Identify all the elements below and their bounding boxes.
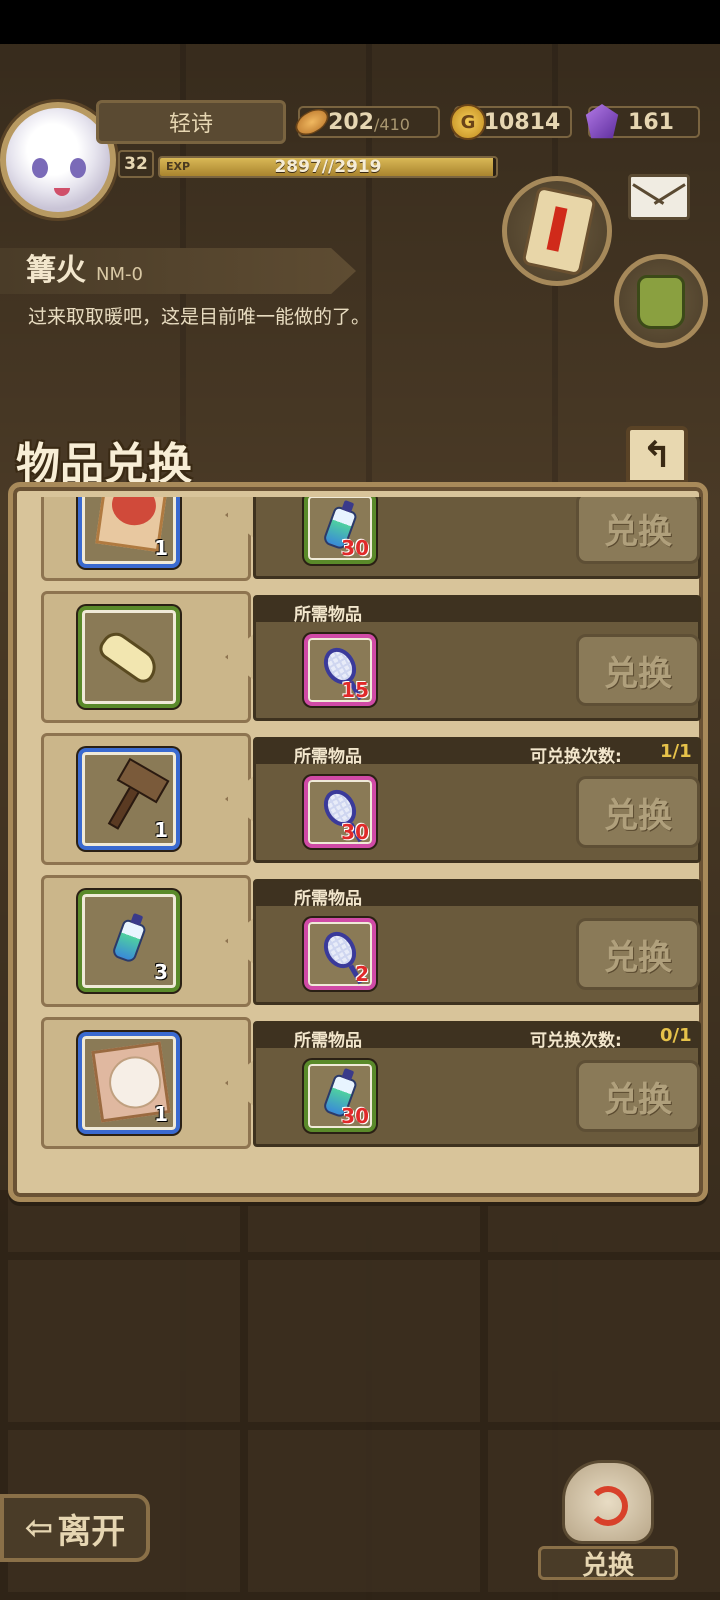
requirement-header: 所需物品 xyxy=(256,598,698,625)
gold-amount: 10814 xyxy=(483,109,561,135)
gem-amount: 161 xyxy=(628,109,674,135)
requirement-cell: 所需物品 可兑换次数: 0/1 30 兑换 xyxy=(253,1021,701,1147)
required-item-slot[interactable]: 2 xyxy=(304,918,376,990)
requirement-cell: 所需物品 可兑换次数: 1/1 30 兑换 xyxy=(253,737,701,863)
exchange-row: 1 30 兑换 xyxy=(41,497,707,581)
required-items-label: 所需物品 xyxy=(294,1031,362,1051)
exchange-limit-label: 可兑换次数: xyxy=(530,747,622,767)
required-item-slot[interactable]: 15 xyxy=(304,634,376,706)
avatar-eye xyxy=(32,158,48,178)
exchange-button[interactable]: 兑换 xyxy=(576,1060,700,1132)
avatar-eye xyxy=(70,158,86,178)
exchange-list[interactable]: 1 30 兑换 所需物品 15 兑换 1 所需物品 可兑换次数: 1/1 30 … xyxy=(35,497,707,1153)
shoe-insole-icon xyxy=(95,626,163,688)
required-count: 30 xyxy=(341,820,369,844)
reward-cell: 1 xyxy=(41,1017,251,1149)
required-count: 15 xyxy=(341,678,369,702)
exchange-shop-button[interactable]: 兑换 xyxy=(538,1460,678,1581)
gold-counter[interactable]: G 10814 xyxy=(450,104,572,140)
reward-slot[interactable]: 3 xyxy=(78,890,180,992)
requirement-cell: 所需物品 2 兑换 xyxy=(253,879,701,1005)
gold-coin-icon: G xyxy=(450,104,486,140)
exchange-limit-value: 1/1 xyxy=(660,741,692,762)
reward-slot[interactable] xyxy=(78,606,180,708)
backpack-button[interactable] xyxy=(614,254,708,348)
required-item-slot[interactable]: 30 xyxy=(304,497,376,564)
required-items-label: 所需物品 xyxy=(294,605,362,625)
quest-scroll-button[interactable] xyxy=(502,176,612,286)
required-item-slot[interactable]: 30 xyxy=(304,1060,376,1132)
reward-slot[interactable]: 1 xyxy=(78,497,180,568)
backpack-icon xyxy=(637,275,685,329)
reward-slot[interactable]: 1 xyxy=(78,1032,180,1134)
avatar-mouth xyxy=(54,188,70,196)
exp-bar: EXP 2897//2919 xyxy=(158,156,498,178)
player-level: 32 xyxy=(118,150,154,178)
reward-count: 3 xyxy=(154,960,168,984)
location-code: NM-0 xyxy=(96,264,143,285)
mail-button[interactable] xyxy=(628,174,690,220)
location-name: 篝火 xyxy=(26,253,86,288)
gem-counter[interactable]: 161 xyxy=(585,104,700,139)
leave-label: 离开 xyxy=(57,1511,126,1552)
exchange-button[interactable]: 兑换 xyxy=(576,497,700,564)
exchange-shop-label: 兑换 xyxy=(538,1546,678,1581)
exchange-button[interactable]: 兑换 xyxy=(576,918,700,990)
purple-gem-icon xyxy=(585,104,619,139)
exchange-limit-value: 0/1 xyxy=(660,1025,692,1046)
swap-arrows-icon xyxy=(588,1486,628,1526)
stamina-current: 202 xyxy=(328,109,374,135)
exchange-row: 1 所需物品 可兑换次数: 1/1 30 兑换 xyxy=(41,733,707,865)
required-count: 2 xyxy=(355,962,369,986)
requirement-header: 所需物品 可兑换次数: 1/1 xyxy=(256,740,698,767)
reward-cell: 1 xyxy=(41,733,251,865)
location-ribbon: 篝火 NM-0 xyxy=(0,248,356,294)
required-item-slot[interactable]: 30 xyxy=(304,776,376,848)
required-count: 30 xyxy=(341,536,369,560)
exchange-panel: 1 30 兑换 所需物品 15 兑换 1 所需物品 可兑换次数: 1/1 30 … xyxy=(8,482,708,1202)
return-arrow-icon: ↰ xyxy=(641,434,673,476)
exchange-limit-label: 可兑换次数: xyxy=(530,1031,622,1051)
potion-bottle-icon xyxy=(110,918,148,964)
location-description: 过来取取暖吧，这是目前唯一能做的了。 xyxy=(28,306,371,328)
exchange-button[interactable]: 兑换 xyxy=(576,776,700,848)
exchange-button[interactable]: 兑换 xyxy=(576,634,700,706)
system-status-bar xyxy=(0,0,720,44)
leave-button[interactable]: ⇦ 离开 xyxy=(0,1494,150,1562)
required-count: 30 xyxy=(341,1104,369,1128)
hammer-icon xyxy=(107,768,151,830)
reward-count: 1 xyxy=(154,818,168,842)
required-items-label: 所需物品 xyxy=(294,889,362,909)
reward-slot[interactable]: 1 xyxy=(78,748,180,850)
exp-value: 2897//2919 xyxy=(274,157,382,177)
reward-count: 1 xyxy=(154,536,168,560)
stamina-counter[interactable]: 202/410 xyxy=(291,103,440,141)
exchange-row: 3 所需物品 2 兑换 xyxy=(41,875,707,1007)
player-name: 轻诗 xyxy=(96,100,286,144)
exchange-row: 所需物品 15 兑换 xyxy=(41,591,707,723)
requirement-cell: 30 兑换 xyxy=(253,497,701,579)
stamina-max: /410 xyxy=(374,114,410,134)
back-button[interactable]: ↰ xyxy=(626,426,688,484)
reward-cell: 3 xyxy=(41,875,251,1007)
requirement-header: 所需物品 xyxy=(256,882,698,909)
requirement-cell: 所需物品 15 兑换 xyxy=(253,595,701,721)
reward-cell: 1 xyxy=(41,497,251,581)
required-items-label: 所需物品 xyxy=(294,747,362,767)
left-arrow-icon: ⇦ xyxy=(24,1508,54,1548)
reward-count: 1 xyxy=(154,1102,168,1126)
reward-cell xyxy=(41,591,251,723)
exchange-row: 1 所需物品 可兑换次数: 0/1 30 兑换 xyxy=(41,1017,707,1149)
requirement-header: 所需物品 可兑换次数: 0/1 xyxy=(256,1024,698,1051)
